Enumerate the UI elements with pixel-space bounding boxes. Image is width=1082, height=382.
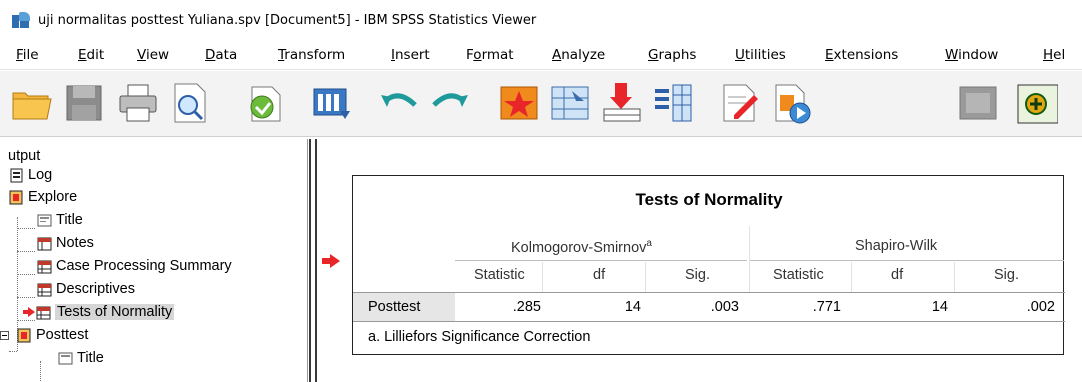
outline-pane[interactable]: utput Log Explore Title Notes Case Proce… [0, 139, 308, 382]
tree-item-label: Tests of Normality [55, 304, 175, 320]
save-icon[interactable] [62, 81, 106, 125]
cell-ks-statistic: .285 [512, 299, 541, 315]
tree-item-posttest[interactable]: Posttest [0, 324, 88, 346]
recall-dialog-icon[interactable] [310, 81, 354, 125]
output-content-pane[interactable]: Tests of Normality Kolmogorov-Smirnova S… [317, 139, 1082, 382]
tree-item-title-2[interactable]: Title [58, 347, 104, 369]
tree-item-label: Title [56, 212, 83, 228]
designate-window-icon[interactable] [718, 81, 762, 125]
open-folder-icon[interactable] [10, 81, 54, 125]
hide-icon[interactable] [956, 81, 1000, 125]
spss-app-icon [12, 12, 30, 28]
tree-connector [9, 351, 17, 352]
tree-connector [17, 228, 35, 229]
menu-window[interactable]: Window [945, 47, 998, 63]
tree-item-case-processing-summary[interactable]: Case Processing Summary [37, 255, 232, 277]
menu-utilities[interactable]: Utilities [735, 47, 786, 63]
menu-format[interactable]: Format [466, 47, 514, 63]
tree-item-notes[interactable]: Notes [37, 232, 94, 254]
goto-data-icon[interactable] [497, 81, 541, 125]
col-header-statistic-ks: Statistic [474, 267, 525, 283]
variables-icon[interactable] [651, 81, 695, 125]
sw-group-header: Shapiro-Wilk [855, 238, 938, 254]
goto-variable-icon[interactable] [600, 81, 644, 125]
menu-bar: File Edit View Data Transform Insert For… [0, 40, 1082, 70]
col-header-df-ks: df [593, 267, 606, 283]
tree-connector [17, 297, 35, 298]
pane-splitter[interactable] [309, 139, 317, 382]
menu-data[interactable]: Data [205, 47, 237, 63]
col-header-sig-ks: Sig. [685, 267, 710, 283]
print-icon[interactable] [116, 81, 160, 125]
notes-icon [37, 237, 52, 250]
tree-item-descriptives[interactable]: Descriptives [37, 278, 135, 300]
tree-item-title[interactable]: Title [37, 209, 83, 231]
tree-item-label: Notes [56, 235, 94, 251]
tree-item-tests-of-normality[interactable]: Tests of Normality [23, 301, 175, 323]
tree-item-label: Log [28, 167, 53, 183]
window-title: uji normalitas posttest Yuliana.spv [Doc… [38, 12, 537, 28]
cell-ks-sig: .003 [710, 299, 739, 315]
collapse-icon[interactable] [0, 330, 9, 340]
tree-item-label: Explore [28, 189, 78, 205]
current-output-arrow-icon [322, 254, 340, 268]
tree-connector [17, 251, 35, 252]
menu-view[interactable]: View [137, 47, 169, 63]
tree-item-log[interactable]: Log [9, 164, 52, 186]
tree-connector [40, 361, 41, 382]
tests-of-normality-table[interactable]: Tests of Normality Kolmogorov-Smirnova S… [352, 175, 1065, 355]
tree-item-label: Case Processing Summary [56, 258, 232, 274]
menu-edit[interactable]: Edit [78, 47, 104, 63]
menu-graphs[interactable]: Graphs [648, 47, 696, 63]
tree-item-label: Posttest [36, 327, 89, 343]
col-header-statistic-sw: Statistic [773, 267, 824, 283]
run-script-icon[interactable] [770, 81, 814, 125]
current-item-arrow-icon [23, 307, 35, 317]
menu-analyze[interactable]: Analyze [552, 47, 605, 63]
table-icon [37, 260, 52, 273]
col-header-df-sw: df [891, 267, 904, 283]
title-icon [37, 214, 52, 226]
export-icon[interactable] [244, 81, 288, 125]
ks-group-header: Kolmogorov-Smirnova [511, 238, 652, 256]
menu-insert[interactable]: Insert [391, 47, 430, 63]
posttest-book-icon [17, 328, 31, 342]
tree-item-label: Title [77, 350, 104, 366]
table-icon [36, 306, 51, 319]
title-bar: uji normalitas posttest Yuliana.spv [Doc… [0, 0, 1082, 40]
menu-transform[interactable]: Transform [278, 47, 345, 63]
explore-book-icon [9, 190, 23, 204]
goto-case-icon[interactable] [548, 81, 592, 125]
tree-item-label: utput [8, 148, 41, 164]
table-footnote: a. Lilliefors Significance Correction [368, 329, 591, 345]
menu-file[interactable]: File [16, 47, 39, 63]
tree-connector [17, 274, 35, 275]
cell-sw-sig: .002 [1026, 299, 1055, 315]
tree-item-explore[interactable]: Explore [9, 186, 77, 208]
log-icon [10, 168, 23, 182]
print-preview-icon[interactable] [168, 81, 212, 125]
table-title: Tests of Normality [635, 190, 783, 209]
cell-sw-statistic: .771 [812, 299, 841, 315]
table-icon [37, 283, 52, 296]
tree-item-label: Descriptives [56, 281, 135, 297]
menu-help[interactable]: Hel [1043, 47, 1065, 63]
col-header-sig-sw: Sig. [994, 267, 1019, 283]
row-label-posttest: Posttest [368, 299, 421, 315]
add-output-icon[interactable] [1014, 81, 1058, 125]
cell-ks-df: 14 [624, 299, 641, 315]
cell-sw-df: 14 [931, 299, 948, 315]
toolbar [0, 71, 1082, 137]
title-icon [58, 352, 73, 364]
menu-extensions[interactable]: Extensions [825, 47, 898, 63]
redo-icon[interactable] [428, 81, 472, 125]
undo-icon[interactable] [377, 81, 421, 125]
